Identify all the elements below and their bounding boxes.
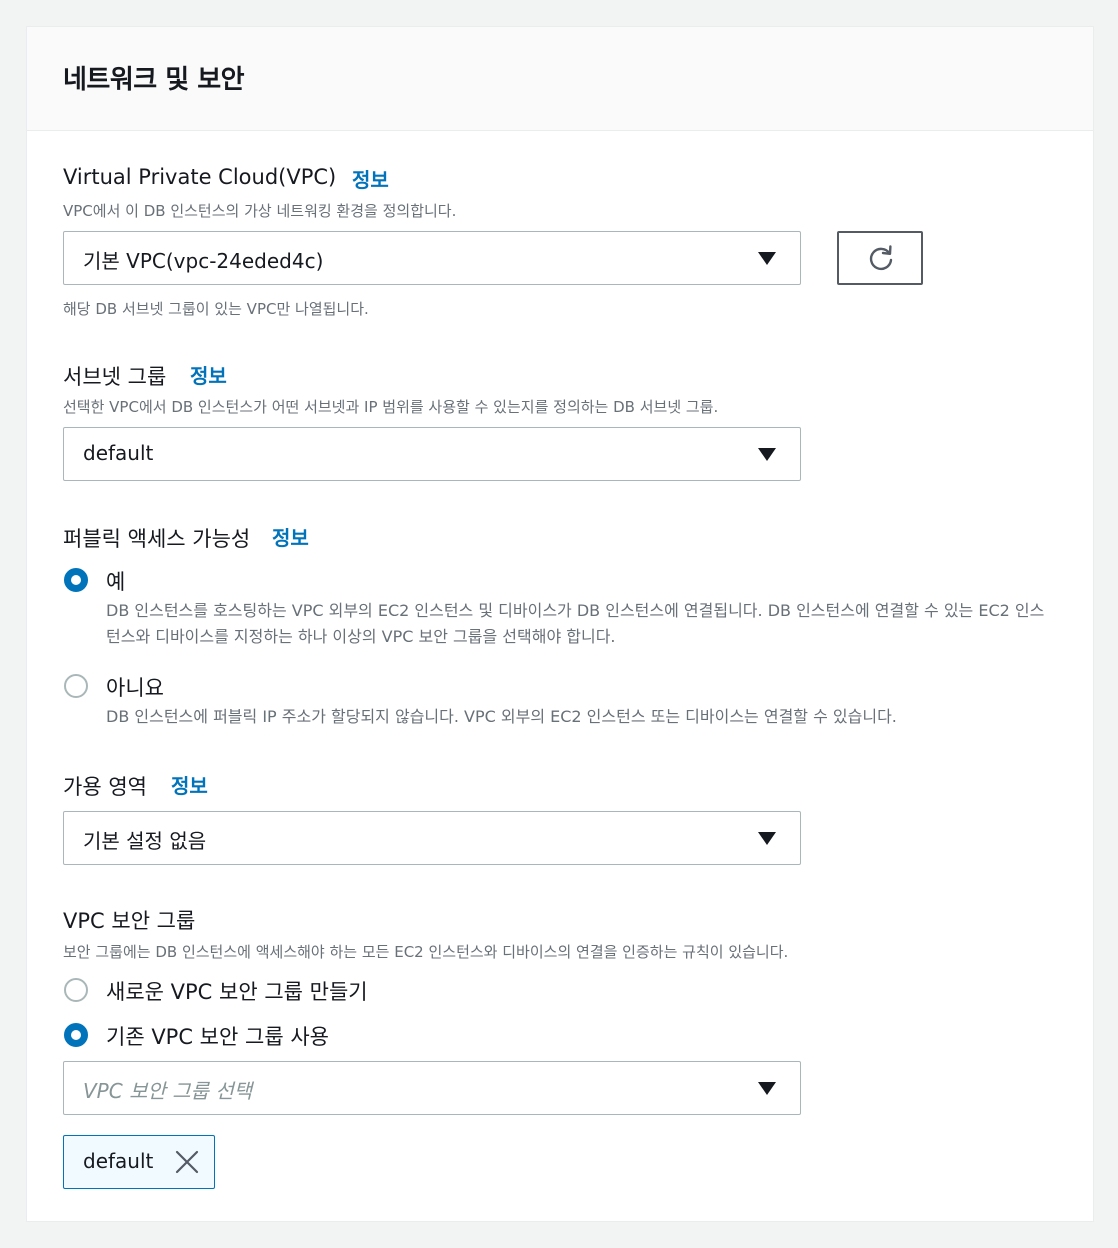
existing-security-group-label[interactable]: 기존 VPC 보안 그룹 사용 bbox=[106, 1021, 329, 1051]
public-access-yes-description: DB 인스턴스를 호스팅하는 VPC 외부의 EC2 인스턴스 및 디바이스가 … bbox=[106, 601, 1045, 646]
caret-down-icon bbox=[758, 832, 776, 845]
section-title: 네트워크 및 보안 bbox=[63, 65, 245, 95]
subnet-group-select-value: default bbox=[83, 441, 154, 465]
close-icon[interactable] bbox=[174, 1149, 200, 1179]
refresh-icon bbox=[869, 245, 893, 271]
vpc-description: VPC에서 이 DB 인스턴스의 가상 네트워킹 환경을 정의합니다. bbox=[63, 202, 457, 220]
security-group-label: VPC 보안 그룹 bbox=[63, 909, 196, 933]
vpc-select[interactable]: 기본 VPC(vpc-24eded4c) bbox=[63, 231, 801, 285]
create-security-group-label[interactable]: 새로운 VPC 보안 그룹 만들기 bbox=[106, 976, 368, 1006]
subnet-group-label: 서브넷 그룹 bbox=[63, 365, 167, 389]
availability-zone-select[interactable]: 기본 설정 없음 bbox=[63, 811, 801, 865]
create-security-group-radio[interactable] bbox=[64, 978, 88, 1002]
subnet-group-select[interactable]: default bbox=[63, 427, 801, 481]
subnet-group-info-link[interactable]: 정보 bbox=[190, 360, 227, 389]
vpc-info-link[interactable]: 정보 bbox=[352, 164, 389, 193]
public-access-label: 퍼블릭 액세스 가능성 bbox=[63, 527, 251, 551]
public-access-yes-label[interactable]: 예 bbox=[106, 566, 125, 596]
public-access-yes-radio[interactable] bbox=[64, 568, 88, 592]
public-access-no-description: DB 인스턴스에 퍼블릭 IP 주소가 할당되지 않습니다. VPC 외부의 E… bbox=[106, 707, 897, 726]
caret-down-icon bbox=[758, 448, 776, 461]
security-group-select[interactable]: VPC 보안 그룹 선택 bbox=[63, 1061, 801, 1115]
security-group-token: default bbox=[63, 1135, 215, 1189]
panel-header: 네트워크 및 보안 bbox=[27, 27, 1093, 131]
security-group-description: 보안 그룹에는 DB 인스턴스에 액세스해야 하는 모든 EC2 인스턴스와 디… bbox=[63, 943, 789, 961]
vpc-label: Virtual Private Cloud(VPC) bbox=[63, 165, 337, 189]
public-access-no-label[interactable]: 아니요 bbox=[106, 672, 164, 702]
availability-zone-label: 가용 영역 bbox=[63, 775, 147, 799]
vpc-refresh-button[interactable] bbox=[837, 231, 923, 285]
vpc-select-value: 기본 VPC(vpc-24eded4c) bbox=[83, 249, 324, 273]
availability-zone-info-link[interactable]: 정보 bbox=[171, 770, 208, 799]
network-security-panel: 네트워크 및 보안 Virtual Private Cloud(VPC) 정보 … bbox=[26, 26, 1094, 1222]
availability-zone-select-value: 기본 설정 없음 bbox=[83, 829, 207, 853]
caret-down-icon bbox=[758, 252, 776, 265]
security-group-select-placeholder: VPC 보안 그룹 선택 bbox=[83, 1079, 253, 1103]
public-access-info-link[interactable]: 정보 bbox=[272, 522, 309, 551]
public-access-no-radio[interactable] bbox=[64, 674, 88, 698]
existing-security-group-radio[interactable] bbox=[64, 1023, 88, 1047]
vpc-hint: 해당 DB 서브넷 그룹이 있는 VPC만 나열됩니다. bbox=[63, 300, 369, 318]
subnet-group-description: 선택한 VPC에서 DB 인스턴스가 어떤 서브넷과 IP 범위를 사용할 수 … bbox=[63, 398, 719, 416]
security-group-token-label: default bbox=[83, 1149, 154, 1173]
caret-down-icon bbox=[758, 1082, 776, 1095]
